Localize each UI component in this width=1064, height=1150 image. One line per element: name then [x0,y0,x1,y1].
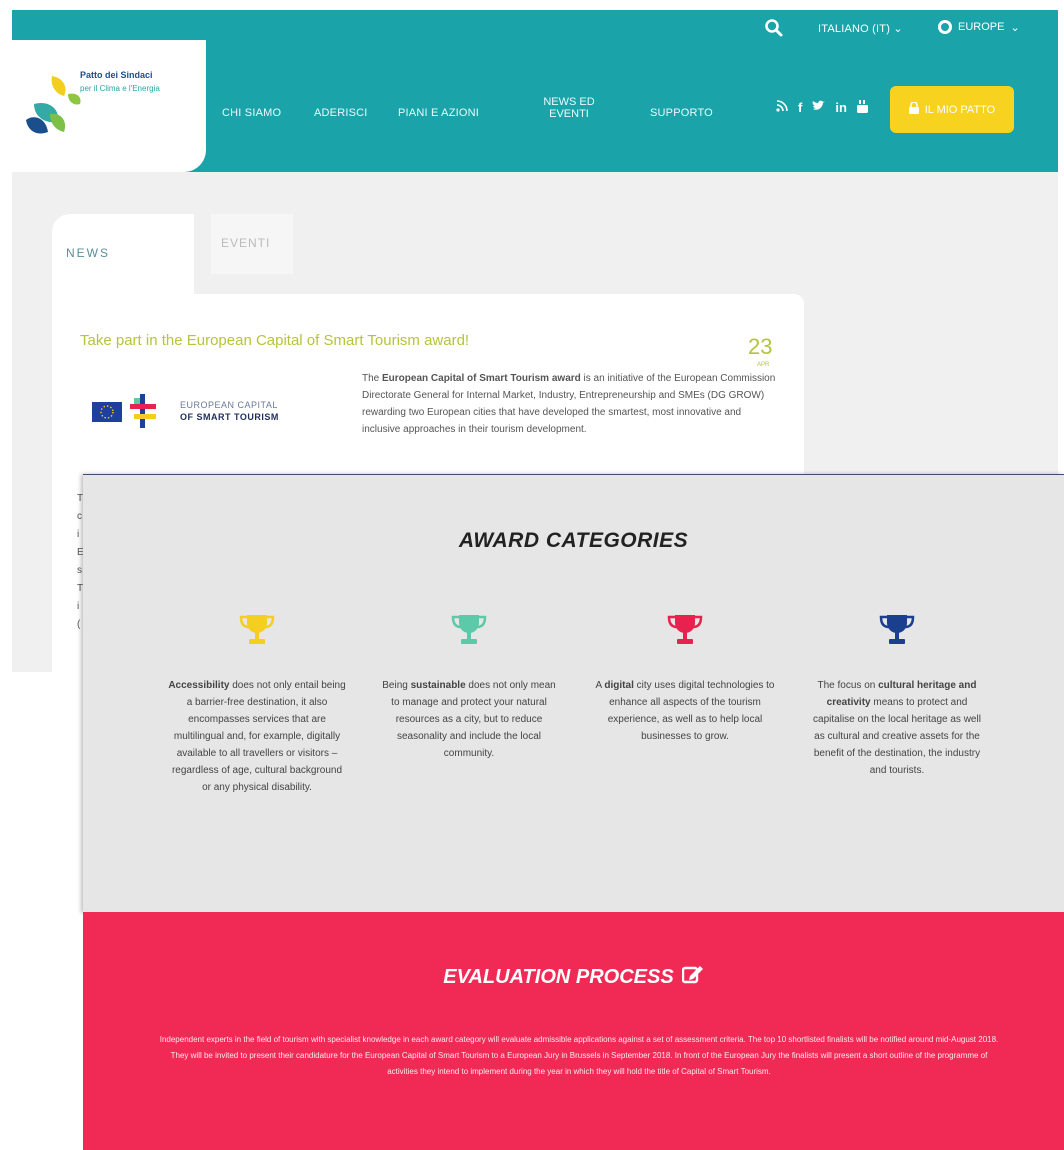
tab-news[interactable]: NEWS [52,214,194,294]
category-cultural-heritage: The focus on cultural heritage and creat… [807,677,987,779]
category-sustainable: Being sustainable does not only mean to … [379,677,559,762]
evaluation-body: Independent experts in the field of tour… [159,1035,999,1076]
linkedin-icon[interactable]: in [835,100,847,116]
chevron-down-icon: ⌄ [1010,21,1020,34]
site-logo[interactable] [12,40,206,172]
chevron-down-icon: ⌄ [893,23,903,35]
lock-icon [908,101,919,117]
category-text-post: does not only entail being a barrier-fre… [171,680,346,793]
covenant-leaf-logo [26,76,81,134]
nav-item-supporto[interactable]: SUPPORTO [650,107,713,119]
smart-tourism-logo [90,390,176,435]
category-text-pre: The focus on [817,680,879,691]
category-text-bold: Accessibility [168,680,230,691]
news-body: The European Capital of Smart Tourism aw… [362,370,782,438]
nav-item-chi-siamo[interactable]: CHI SIAMO [222,107,281,119]
trophy-icon [451,613,487,647]
news-date-month: APR [757,362,770,368]
award-categories-title: AWARD CATEGORIES [458,529,689,552]
nav-item-news-ed-eventi[interactable]: NEWS ED EVENTI [540,96,598,120]
language-selector[interactable]: ITALIANO (IT) ⌄ [818,22,903,35]
category-text-pre: Being [382,680,411,691]
edit-icon [681,964,704,990]
trophy-icon [879,613,915,647]
facebook-icon[interactable]: f [798,100,802,116]
region-selector[interactable]: EUROPE ⌄ [938,20,1020,34]
language-label: ITALIANO (IT) [818,23,891,35]
category-accessibility: Accessibility does not only entail being… [167,677,347,796]
evaluation-process-title: EVALUATION PROCESS [83,964,1064,990]
category-text-bold: digital [604,680,634,691]
trophy-icon [239,613,275,647]
my-pact-button[interactable]: IL MIO PATTO [890,86,1014,133]
nav-item-piani-e-azioni[interactable]: PIANI E AZIONI [398,107,479,119]
tab-eventi[interactable]: EVENTI [211,214,293,274]
search-icon[interactable] [764,18,784,38]
award-categories-section: AWARD CATEGORIES Accessibility does not … [83,474,1064,913]
tab-news-label: NEWS [66,246,110,260]
trophy-icon [667,613,703,647]
news-date-day: 23 [748,334,773,359]
social-links: f in [776,100,868,116]
category-text-post: means to protect and capitalise on the l… [813,697,981,776]
logo-line-1: EUROPEAN CAPITAL [180,400,278,410]
tab-eventi-label: EVENTI [221,236,271,250]
evaluation-process-section: EVALUATION PROCESS Independent experts i… [83,912,1064,1150]
rss-icon[interactable] [776,100,788,116]
my-pact-label: IL MIO PATTO [924,103,996,116]
news-body-bold: European Capital of Smart Tourism award [382,373,581,384]
category-text-post: does not only mean to manage and protect… [391,680,556,759]
news-body-prefix: The [362,373,383,384]
nav-item-aderisci[interactable]: ADERISCI [314,107,368,119]
evaluation-title-text: EVALUATION PROCESS [443,965,674,988]
category-text-bold: sustainable [410,680,466,691]
logo-title: Patto dei Sindaci [80,70,153,80]
globe-icon [938,20,952,34]
news-title[interactable]: Take part in the European Capital of Sma… [80,332,469,349]
logo-subtitle: per il Clima e l'Energia [80,84,160,93]
category-digital: A digital city uses digital technologies… [595,677,775,745]
region-label: EUROPE [958,21,1005,33]
twitter-icon[interactable] [812,100,826,116]
youtube-icon[interactable] [856,100,868,116]
logo-line-2: OF SMART TOURISM [180,412,279,422]
